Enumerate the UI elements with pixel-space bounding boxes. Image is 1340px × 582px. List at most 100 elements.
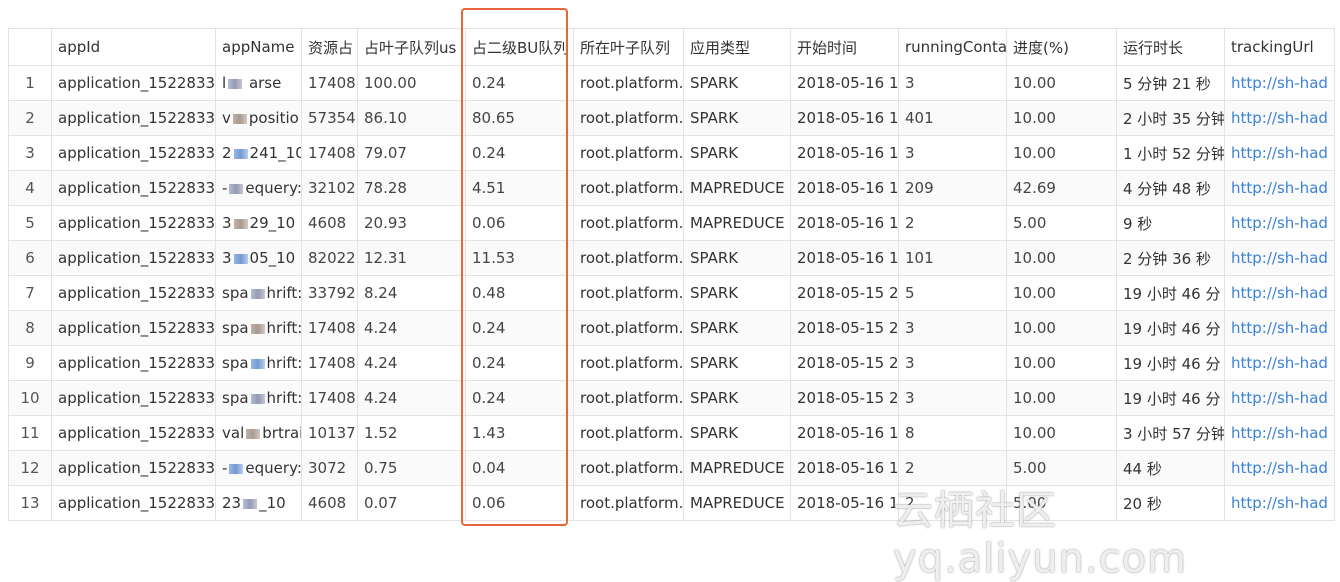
cell-app-type: SPARK	[683, 415, 791, 451]
cell-bu-usage: 1.43	[465, 415, 574, 451]
cell-tracking-url[interactable]: http://sh-had	[1224, 205, 1335, 241]
cell-progress: 10.00	[1006, 310, 1117, 346]
col-header-app-type[interactable]: 应用类型	[683, 28, 791, 66]
cell-leaf-queue: root.platform.	[573, 450, 684, 486]
cell-bu-usage: 0.24	[465, 345, 574, 381]
cell-leaf-usage: 86.10	[357, 100, 466, 136]
redaction-blur	[250, 358, 265, 369]
col-header-running-containers[interactable]: runningConta	[898, 28, 1007, 66]
table-row[interactable]: 13 application_1522833 23 _10 4608 0.07 0.06 ro…	[8, 485, 1335, 521]
cell-resource: 17408	[301, 65, 358, 101]
cell-duration: 9 秒	[1116, 205, 1225, 241]
cell-app-type: MAPREDUCE	[683, 485, 791, 521]
appname-prefix: -	[222, 179, 228, 197]
table-row[interactable]: 3 application_1522833 2 241_10 17408 79.07 0.2…	[8, 135, 1335, 171]
col-header-leaf-queue-usage[interactable]: 占叶子队列us	[357, 28, 466, 66]
cell-duration: 19 小时 46 分	[1116, 380, 1225, 416]
row-index: 13	[8, 485, 52, 521]
appname-prefix: 23	[222, 494, 242, 512]
row-index: 10	[8, 380, 52, 416]
cell-tracking-url[interactable]: http://sh-had	[1224, 275, 1335, 311]
col-header-resource[interactable]: 资源占	[301, 28, 358, 66]
row-index: 9	[8, 345, 52, 381]
cell-tracking-url[interactable]: http://sh-had	[1224, 485, 1335, 521]
cell-duration: 2 分钟 36 秒	[1116, 240, 1225, 276]
cell-running-containers: 401	[898, 100, 1007, 136]
cell-tracking-url[interactable]: http://sh-had	[1224, 450, 1335, 486]
table-row[interactable]: 6 application_1522833 3 05_10 82022 12.31 11.5…	[8, 240, 1335, 276]
cell-tracking-url[interactable]: http://sh-had	[1224, 415, 1335, 451]
cell-tracking-url[interactable]: http://sh-had	[1224, 240, 1335, 276]
appname-prefix: -	[222, 459, 228, 477]
col-header-index[interactable]	[8, 28, 52, 66]
cell-bu-usage: 0.24	[465, 65, 574, 101]
cell-appname: spa hrift:	[215, 345, 302, 381]
cell-leaf-queue: root.platform.	[573, 100, 684, 136]
appname-suffix: equery:	[245, 459, 302, 477]
table-row[interactable]: 7 application_1522833 spa hrift: 33792 8.24 0.…	[8, 275, 1335, 311]
appname-suffix: hrift:	[266, 354, 302, 372]
cell-progress: 10.00	[1006, 345, 1117, 381]
cell-start-time: 2018-05-15 2	[790, 380, 899, 416]
appname-suffix: brtrai	[262, 424, 302, 442]
col-header-progress[interactable]: 进度(%)	[1006, 28, 1117, 66]
col-header-start-time[interactable]: 开始时间	[790, 28, 899, 66]
table-row[interactable]: 1 application_1522833 l arse 17408 100.00 0.2…	[8, 65, 1335, 101]
table-row[interactable]: 11 application_1522833 val brtrai 10137 1.52 1…	[8, 415, 1335, 451]
row-index: 4	[8, 170, 52, 206]
cell-tracking-url[interactable]: http://sh-had	[1224, 170, 1335, 206]
cell-bu-usage: 0.04	[465, 450, 574, 486]
row-index: 8	[8, 310, 52, 346]
cell-bu-usage: 0.48	[465, 275, 574, 311]
cell-start-time: 2018-05-16 1	[790, 65, 899, 101]
col-header-appname[interactable]: appName	[215, 28, 302, 66]
cell-start-time: 2018-05-16 1	[790, 100, 899, 136]
cell-appname: 2 241_10	[215, 135, 302, 171]
cell-running-containers: 101	[898, 240, 1007, 276]
appname-suffix: _10	[259, 494, 286, 512]
row-index: 11	[8, 415, 52, 451]
table-row[interactable]: 12 application_1522833- equery: 3072 0.75 0.0…	[8, 450, 1335, 486]
cell-app-type: SPARK	[683, 135, 791, 171]
cell-appid: application_1522833	[51, 380, 216, 416]
cell-tracking-url[interactable]: http://sh-had	[1224, 310, 1335, 346]
table-row[interactable]: 5 application_1522833 3 29_10 4608 20.93 0.06 r…	[8, 205, 1335, 241]
table-row[interactable]: 9 application_1522833 spa hrift: 17408 4.24 0.…	[8, 345, 1335, 381]
cell-running-containers: 3	[898, 380, 1007, 416]
cell-appid: application_1522833	[51, 485, 216, 521]
col-header-duration[interactable]: 运行时长	[1116, 28, 1225, 66]
cell-progress: 10.00	[1006, 240, 1117, 276]
cell-appid: application_1522833	[51, 345, 216, 381]
cell-tracking-url[interactable]: http://sh-had	[1224, 135, 1335, 171]
appname-suffix: 241_10	[249, 144, 302, 162]
cell-leaf-usage: 4.24	[357, 310, 466, 346]
cell-tracking-url[interactable]: http://sh-had	[1224, 65, 1335, 101]
cell-duration: 19 小时 46 分	[1116, 275, 1225, 311]
row-index: 7	[8, 275, 52, 311]
redaction-blur	[250, 393, 265, 404]
col-header-leaf-queue[interactable]: 所在叶子队列	[573, 28, 684, 66]
table-row[interactable]: 4 application_1522833- equery: 32102 78.28 4.…	[8, 170, 1335, 206]
col-header-appid[interactable]: appId	[51, 28, 216, 66]
cell-running-containers: 5	[898, 275, 1007, 311]
col-header-tracking-url[interactable]: trackingUrl	[1224, 28, 1335, 66]
cell-appid: application_1522833	[51, 310, 216, 346]
col-header-bu-queue-usage[interactable]: 占二级BU队列	[465, 28, 574, 66]
cell-progress: 42.69	[1006, 170, 1117, 206]
cell-leaf-queue: root.platform.	[573, 310, 684, 346]
table-row[interactable]: 10 application_1522833 spa hrift: 17408 4.24 0…	[8, 380, 1335, 416]
cell-appid: application_1522833	[51, 170, 216, 206]
cell-bu-usage: 0.24	[465, 135, 574, 171]
cell-tracking-url[interactable]: http://sh-had	[1224, 380, 1335, 416]
appname-prefix: spa	[222, 389, 249, 407]
cell-duration: 3 小时 57 分钟	[1116, 415, 1225, 451]
cell-appid: application_1522833	[51, 240, 216, 276]
cell-leaf-queue: root.platform.	[573, 380, 684, 416]
cell-tracking-url[interactable]: http://sh-had	[1224, 100, 1335, 136]
cell-resource: 33792	[301, 275, 358, 311]
table-row[interactable]: 2 application_1522833 v positio 57354 86.10 80…	[8, 100, 1335, 136]
table-row[interactable]: 8 application_1522833 spa hrift: 17408 4.24 0.…	[8, 310, 1335, 346]
cell-resource: 17408	[301, 310, 358, 346]
redaction-blur	[232, 113, 247, 124]
cell-tracking-url[interactable]: http://sh-had	[1224, 345, 1335, 381]
